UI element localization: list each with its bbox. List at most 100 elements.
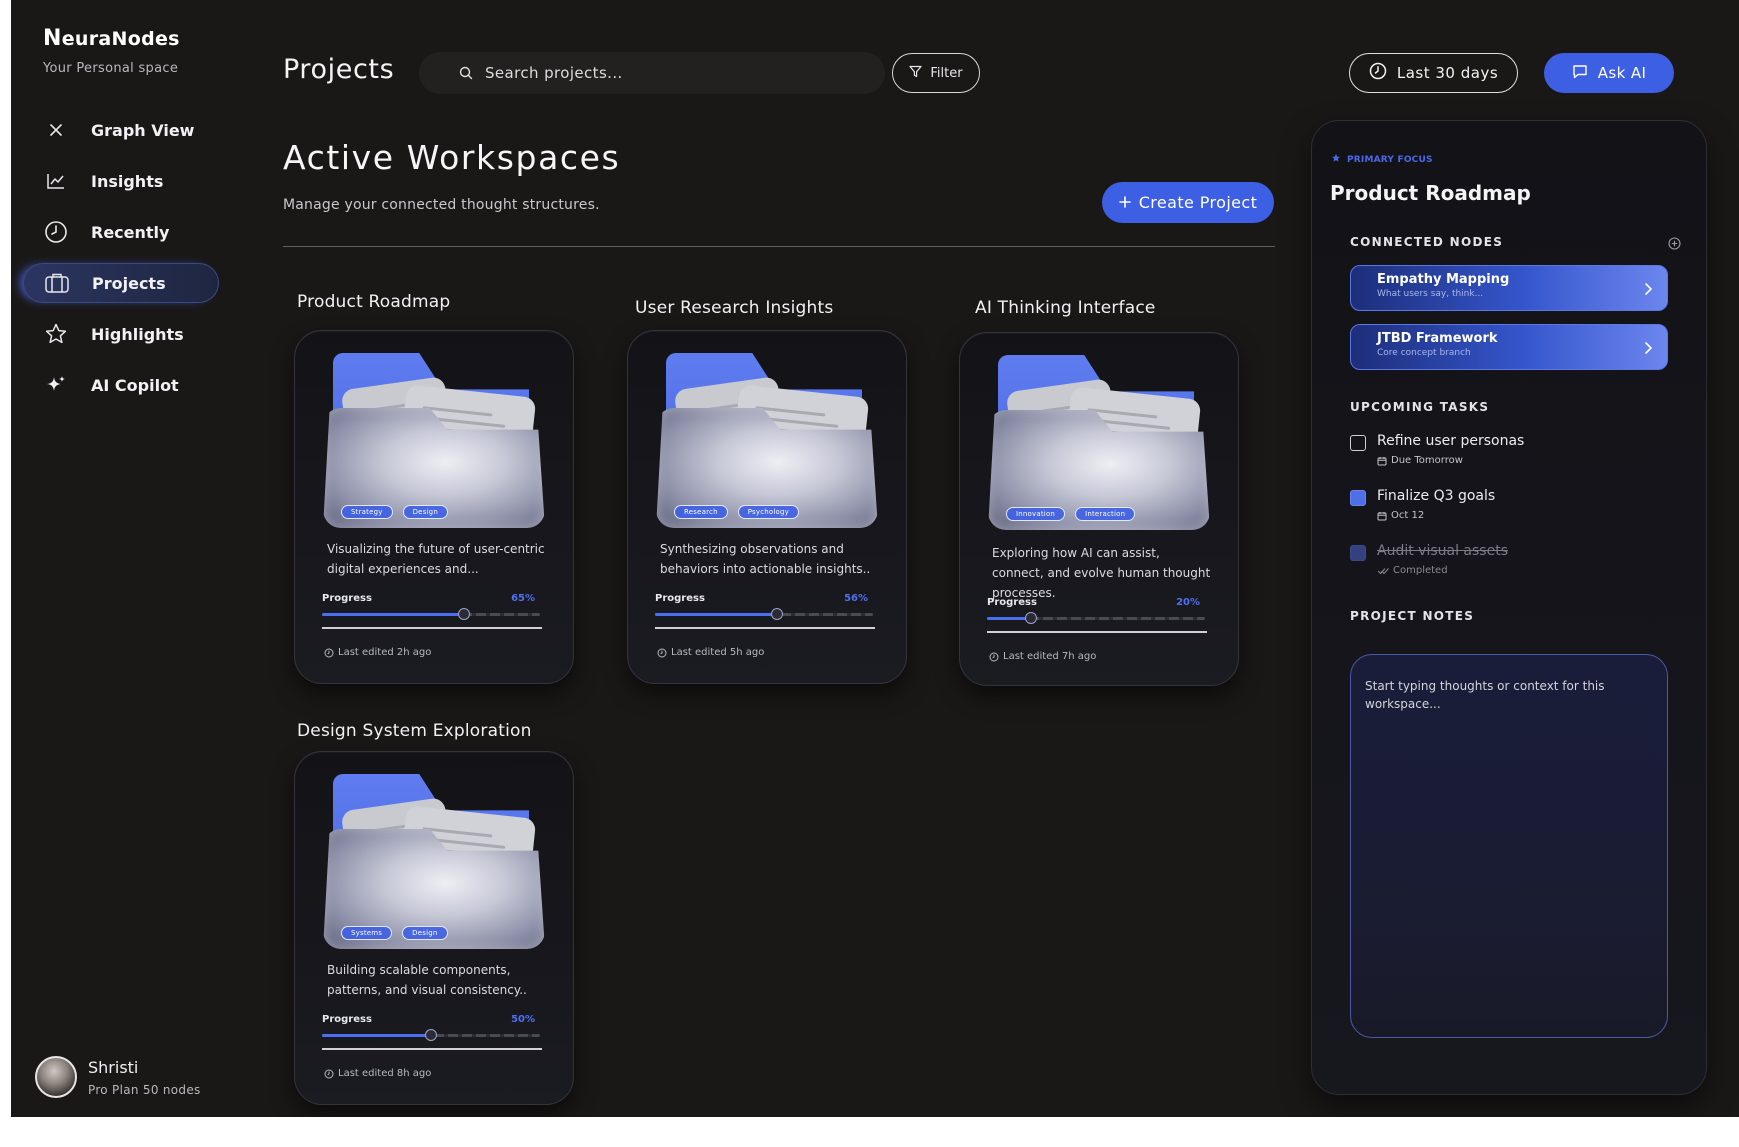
progress-slider[interactable] (987, 612, 1205, 624)
node-title: JTBD Framework (1377, 331, 1498, 346)
sidebar-item-projects[interactable]: Projects (23, 263, 219, 303)
calendar-icon (1377, 456, 1387, 465)
folder-illustration: Systems Design (323, 774, 545, 949)
task-item: Refine user personas Due Tomorrow (1350, 433, 1524, 466)
task-item: Audit visual assets Completed (1350, 543, 1508, 576)
project-card-title[interactable]: Design System Exploration (297, 721, 532, 741)
sparkle-icon (43, 372, 69, 398)
last-edited: Last edited 7h ago (989, 651, 1096, 662)
create-project-button[interactable]: Create Project (1102, 182, 1274, 223)
filter-button[interactable]: Filter (892, 53, 980, 93)
progress-handle[interactable] (1024, 612, 1037, 624)
progress-handle[interactable] (425, 1029, 437, 1041)
sidebar-item-ai-copilot[interactable]: AI Copilot (23, 365, 219, 405)
sidebar-item-label: Recently (91, 222, 170, 242)
project-card-title[interactable]: User Research Insights (635, 298, 833, 318)
brand-logo[interactable]: NeuraNodes (43, 26, 180, 51)
search-input[interactable]: Search projects... (419, 52, 885, 94)
last-edited-text: Last edited 8h ago (338, 1068, 432, 1079)
task-checkbox[interactable] (1350, 490, 1366, 506)
progress-label: Progress (655, 593, 705, 604)
double-check-icon (1377, 567, 1389, 574)
project-description: Exploring how AI can assist, connect, an… (992, 546, 1211, 600)
upcoming-tasks-heading: UPCOMING TASKS (1350, 400, 1490, 414)
task-name: Audit visual assets (1377, 543, 1508, 559)
project-card[interactable]: Strategy Design Visualizing the future o… (294, 330, 574, 684)
task-item: Finalize Q3 goals Oct 12 (1350, 488, 1495, 521)
connected-node[interactable]: Empathy Mapping What users say, think... (1350, 265, 1668, 311)
project-card[interactable]: Research Psychology Synthesizing observa… (627, 330, 907, 684)
sidebar-item-highlights[interactable]: Highlights (23, 314, 219, 354)
project-card[interactable]: Innovation Interaction Exploring how AI … (959, 332, 1239, 686)
date-range-button[interactable]: Last 30 days (1349, 53, 1518, 93)
card-divider (322, 1048, 542, 1050)
sidebar-item-recently[interactable]: Recently (23, 212, 219, 252)
user-name: Shristi (88, 1057, 139, 1077)
progress-handle[interactable] (771, 608, 784, 620)
ask-ai-button[interactable]: Ask AI (1544, 53, 1674, 93)
progress-slider[interactable] (655, 608, 873, 620)
tag-chip[interactable]: Strategy (341, 505, 393, 519)
connected-node[interactable]: JTBD Framework Core concept branch (1350, 324, 1668, 370)
project-notes-input[interactable]: Start typing thoughts or context for thi… (1350, 654, 1668, 1038)
logo-text: euraNodes (61, 28, 180, 50)
clock-icon (43, 219, 69, 245)
chevron-right-icon (1644, 281, 1653, 300)
project-notes-heading: PROJECT NOTES (1350, 609, 1475, 623)
search-icon (459, 66, 473, 80)
tag-chip[interactable]: Psychology (737, 505, 799, 519)
folder-illustration: Research Psychology (656, 353, 878, 528)
history-icon (324, 1069, 334, 1078)
card-divider (987, 631, 1207, 633)
filter-label: Filter (930, 65, 963, 81)
node-title: Empathy Mapping (1377, 272, 1510, 287)
task-checkbox[interactable] (1350, 545, 1366, 561)
project-card-title[interactable]: Product Roadmap (297, 292, 450, 312)
progress-fill (322, 613, 464, 616)
progress-percent: 56% (844, 593, 868, 604)
filter-icon (909, 65, 922, 82)
sidebar-item-graph-view[interactable]: Graph View (23, 110, 219, 150)
project-card-title[interactable]: AI Thinking Interface (975, 298, 1156, 318)
progress-percent: 50% (511, 1014, 535, 1025)
primary-focus-label: PRIMARY FOCUS (1331, 153, 1433, 166)
plus-icon (1118, 193, 1131, 212)
task-name: Finalize Q3 goals (1377, 488, 1496, 504)
star-icon (43, 321, 69, 347)
history-icon (324, 648, 334, 657)
history-icon (1369, 62, 1387, 84)
section-divider (283, 246, 1275, 247)
card-divider (655, 627, 875, 629)
workspace-subtitle: Your Personal space (43, 61, 179, 76)
progress-percent: 65% (511, 593, 535, 604)
task-checkbox[interactable] (1350, 435, 1366, 451)
tag-chip[interactable]: Systems (341, 926, 393, 940)
tag-chip[interactable]: Design (402, 926, 448, 940)
section-title: Active Workspaces (283, 138, 621, 177)
progress-fill (655, 613, 778, 616)
add-node-icon[interactable] (1668, 235, 1681, 250)
project-card[interactable]: Systems Design Building scalable compone… (294, 751, 574, 1105)
tag-chip[interactable]: Research (674, 505, 728, 519)
progress-label: Progress (322, 593, 372, 604)
star-filled-icon (1331, 153, 1341, 166)
progress-handle[interactable] (457, 608, 470, 620)
logo-mark: N (43, 26, 62, 51)
node-subtitle: What users say, think... (1377, 289, 1484, 299)
last-edited: Last edited 5h ago (657, 647, 764, 658)
sidebar-item-insights[interactable]: Insights (23, 161, 219, 201)
node-subtitle: Core concept branch (1377, 348, 1471, 358)
history-icon (657, 648, 667, 657)
progress-slider[interactable] (322, 1029, 540, 1041)
tag-chip[interactable]: Interaction (1075, 507, 1136, 521)
user-profile[interactable]: Shristi Pro Plan 50 nodes (35, 1056, 201, 1098)
progress-slider[interactable] (322, 608, 540, 620)
task-meta-text: Due Tomorrow (1391, 455, 1463, 466)
project-description: Synthesizing observations and behaviors … (660, 542, 871, 576)
tag-chip[interactable]: Innovation (1006, 507, 1066, 521)
app-window: NeuraNodes Your Personal space Graph Vie… (11, 0, 1739, 1117)
section-subtitle: Manage your connected thought structures… (283, 197, 600, 213)
tag-chip[interactable]: Design (402, 505, 448, 519)
panel-title: Product Roadmap (1330, 181, 1531, 205)
tag-list: Systems Design (341, 926, 448, 940)
